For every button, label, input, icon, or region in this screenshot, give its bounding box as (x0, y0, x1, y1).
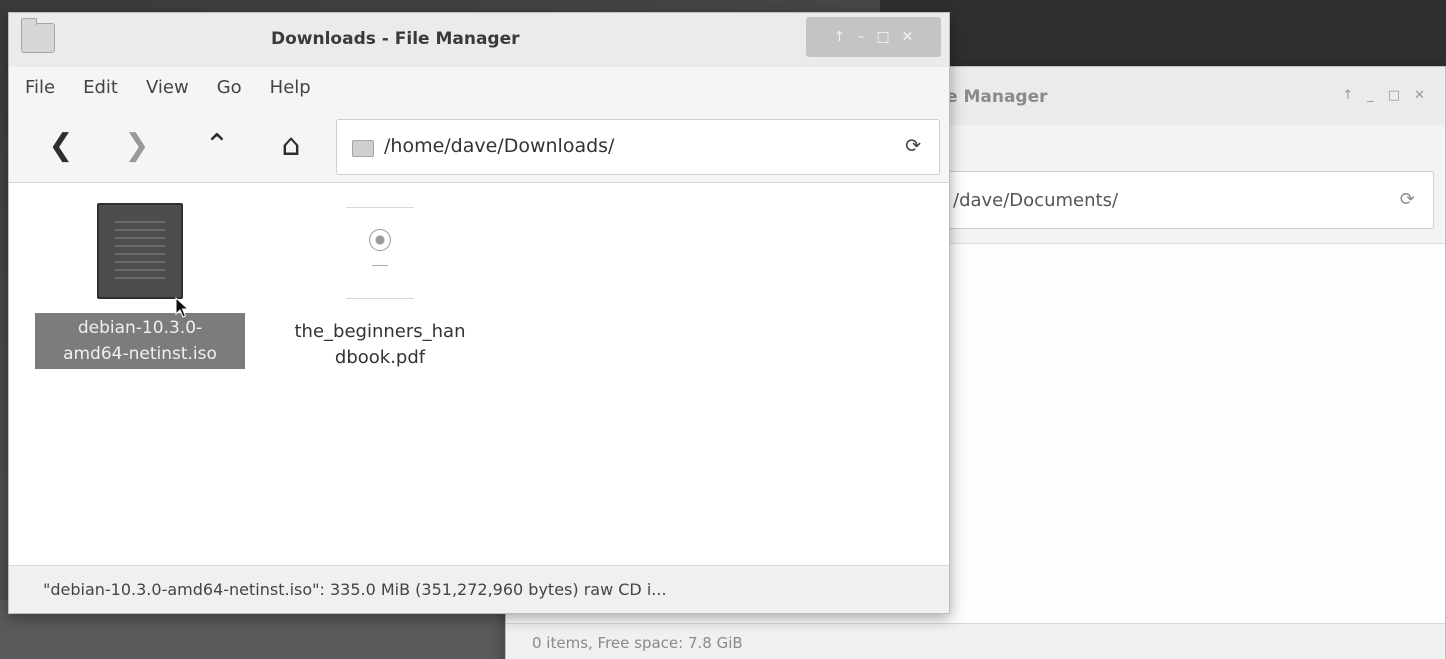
window-title: e Manager (946, 87, 1048, 107)
window-title: Downloads - File Manager (271, 29, 520, 49)
mouse-pointer-icon (175, 297, 190, 318)
reload-icon[interactable]: ⟳ (1400, 189, 1415, 210)
location-path[interactable]: /home/dave/Downloads/ (384, 135, 614, 157)
file-name-line: dbook.pdf (334, 347, 426, 368)
back-arrow-icon[interactable]: ❮ (41, 125, 81, 165)
file-item-iso[interactable]: debian-10.3.0- amd64-netinst.iso (33, 203, 247, 369)
menu-help[interactable]: Help (270, 77, 311, 98)
file-name[interactable]: debian-10.3.0- amd64-netinst.iso (35, 313, 245, 369)
minimize-button[interactable]: – (857, 30, 864, 44)
folder-icon (352, 140, 374, 157)
home-icon[interactable]: ⌂ (271, 125, 311, 165)
iso-file-icon[interactable] (97, 203, 183, 299)
menu-bar: File Edit View Go Help (9, 67, 949, 107)
menu-go[interactable]: Go (217, 77, 242, 98)
folder-icon[interactable] (21, 18, 55, 53)
menu-file[interactable]: File (25, 77, 55, 98)
window-controls: ↑ – □ ✕ (806, 17, 941, 57)
maximize-button[interactable]: □ (876, 30, 889, 44)
toolbar: ❮ ❯ ⌃ ⌂ /home/dave/Downloads/ ⟳ (9, 107, 949, 183)
close-button[interactable]: ✕ (1414, 89, 1425, 102)
stick-button[interactable]: ↑ (834, 30, 846, 44)
close-button[interactable]: ✕ (902, 30, 914, 44)
forward-arrow-icon[interactable]: ❯ (117, 125, 157, 165)
status-bar: "debian-10.3.0-amd64-netinst.iso": 335.0… (9, 565, 949, 613)
minimize-button[interactable]: _ (1367, 89, 1374, 102)
file-name[interactable]: the_beginners_han dbook.pdf (271, 317, 489, 373)
file-name-line: the_beginners_han (294, 321, 466, 342)
pdf-file-icon[interactable] (342, 203, 418, 303)
file-name-line: amd64-netinst.iso (63, 344, 217, 364)
menu-view[interactable]: View (146, 77, 189, 98)
up-arrow-icon[interactable]: ⌃ (197, 125, 237, 165)
reload-icon[interactable]: ⟳ (905, 135, 921, 157)
file-view[interactable]: debian-10.3.0- amd64-netinst.iso the_beg… (9, 183, 949, 565)
menu-edit[interactable]: Edit (83, 77, 118, 98)
window-controls: ↑ _ □ ✕ (1342, 89, 1425, 102)
stick-button[interactable]: ↑ (1342, 89, 1353, 102)
maximize-button[interactable]: □ (1388, 89, 1400, 102)
titlebar[interactable]: Downloads - File Manager ↑ – □ ✕ (9, 13, 949, 67)
location-path[interactable]: /dave/Documents/ (953, 190, 1118, 211)
location-bar[interactable]: /home/dave/Downloads/ ⟳ (336, 119, 940, 175)
file-manager-window-downloads[interactable]: Downloads - File Manager ↑ – □ ✕ File Ed… (8, 12, 950, 614)
file-item-pdf[interactable]: the_beginners_han dbook.pdf (271, 203, 489, 373)
location-bar[interactable]: /dave/Documents/ ⟳ (926, 171, 1434, 229)
file-name-line: debian-10.3.0- (77, 318, 203, 338)
status-bar: 0 items, Free space: 7.8 GiB (506, 623, 1445, 659)
